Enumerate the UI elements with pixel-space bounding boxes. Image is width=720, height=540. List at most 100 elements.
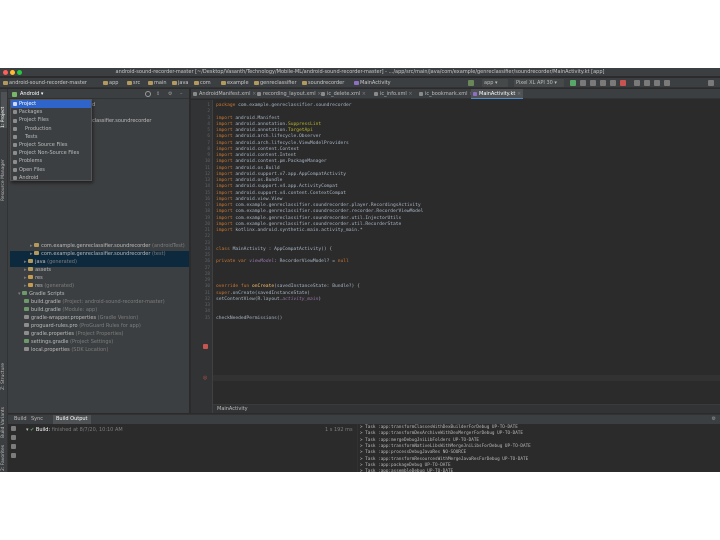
rerun-icon[interactable] bbox=[11, 426, 16, 431]
close-tab-icon[interactable]: × bbox=[515, 91, 521, 97]
structure-tab[interactable]: Z: Structure bbox=[1, 354, 7, 390]
breadcrumb-java[interactable]: java bbox=[172, 78, 188, 88]
tree-row[interactable]: ▸ res (generated) bbox=[24, 282, 74, 290]
breadcrumb-genreclassifier[interactable]: genreclassifier bbox=[254, 78, 297, 88]
dropdown-item[interactable]: Project Files bbox=[11, 116, 91, 124]
build-output-tab[interactable]: Build Output bbox=[53, 415, 91, 424]
gradle-icon bbox=[24, 339, 29, 344]
dropdown-item[interactable]: Problems bbox=[11, 157, 91, 165]
code-token: import bbox=[216, 153, 236, 158]
editor-tab[interactable]: ic_info.xml × bbox=[372, 89, 415, 99]
close-tab-icon[interactable]: × bbox=[407, 91, 412, 97]
breadcrumb-app[interactable]: app bbox=[103, 78, 118, 88]
tree-row[interactable]: ▸ res bbox=[24, 274, 43, 282]
android-icon bbox=[12, 91, 17, 97]
sync-tab[interactable]: Sync bbox=[28, 415, 46, 424]
search-icon[interactable] bbox=[708, 80, 714, 86]
tree-row[interactable]: gradle.properties (Project Properties) bbox=[24, 330, 124, 338]
hide-panel-icon[interactable]: – bbox=[180, 89, 183, 99]
device-select[interactable]: Pixel XL API 30 ▾ bbox=[514, 79, 564, 87]
code-token: private var bbox=[216, 259, 250, 265]
avd-manager-icon[interactable] bbox=[644, 80, 650, 86]
build-status-row[interactable]: ▾ ✔ Build: finished at 8/7/20, 10:10 AM bbox=[26, 426, 123, 434]
build-output-text: > Task :app:mergeDebugJniLibFolders UP-T… bbox=[360, 437, 479, 443]
tree-row[interactable]: ▸ java (generated) bbox=[24, 258, 77, 266]
project-tool-tab[interactable]: 1: Project bbox=[1, 92, 7, 128]
view-mode-icon bbox=[13, 126, 17, 131]
dropdown-item[interactable]: Android bbox=[11, 174, 91, 182]
folder-icon bbox=[148, 80, 153, 85]
dropdown-item[interactable]: Tests bbox=[11, 133, 91, 141]
dropdown-item[interactable]: Project Source Files bbox=[11, 141, 91, 149]
view-mode-icon bbox=[13, 143, 17, 148]
filter-icon[interactable] bbox=[11, 435, 16, 440]
project-view-dropdown: Project Packages Project Files Production Te… bbox=[10, 99, 92, 181]
dropdown-item[interactable]: Open Files bbox=[11, 166, 91, 174]
stop-icon[interactable] bbox=[620, 80, 626, 86]
attach-debugger-icon[interactable] bbox=[610, 80, 616, 86]
breadcrumb-com[interactable]: com bbox=[194, 78, 211, 88]
tree-row[interactable]: local.properties (SDK Location) bbox=[24, 346, 108, 354]
breadcrumb-main[interactable]: main bbox=[148, 78, 167, 88]
class-gutter-icon[interactable] bbox=[203, 344, 208, 349]
build-output-text: > Task :app:processDebugJavaRes NO-SOURC… bbox=[360, 450, 467, 456]
build-output-text: > Task :app:transformClassesWithDexBuild… bbox=[360, 425, 518, 430]
sync-icon[interactable] bbox=[634, 80, 640, 86]
editor-breadcrumb[interactable]: MainActivity bbox=[213, 404, 720, 413]
editor-tab[interactable]: ic_bookmark.xml × bbox=[417, 89, 473, 99]
resource-manager-tab[interactable]: Resource Manager bbox=[1, 131, 7, 201]
dropdown-item[interactable]: Packages bbox=[11, 108, 91, 116]
gear-icon[interactable]: ⚙ bbox=[168, 89, 172, 99]
tree-row[interactable]: build.gradle (Project: android-sound-rec… bbox=[24, 298, 165, 306]
editor-tab[interactable]: MainActivity.kt × bbox=[471, 89, 523, 99]
build-variants-tab[interactable]: Build Variants bbox=[1, 394, 7, 438]
editor-tab[interactable]: ic_delete.xml × bbox=[319, 89, 370, 99]
tree-row[interactable]: settings.gradle (Project Settings) bbox=[24, 338, 113, 346]
tree-row[interactable]: ▸ assets bbox=[24, 266, 51, 274]
gradle-icon bbox=[22, 291, 28, 296]
project-view-selector[interactable]: Android ▾ bbox=[20, 89, 43, 99]
code-token: import bbox=[216, 128, 236, 133]
run-config-select[interactable]: app ▾ bbox=[482, 79, 508, 87]
override-gutter-icon[interactable]: ◎ bbox=[203, 376, 207, 381]
dropdown-item[interactable]: Project bbox=[11, 100, 91, 109]
run-icon[interactable] bbox=[570, 80, 576, 86]
code-token: null bbox=[337, 259, 349, 265]
build-output-text: > Task :app:transformNativeLibsWithMerge… bbox=[360, 443, 531, 449]
close-tab-icon[interactable]: × bbox=[360, 91, 366, 97]
code-token: import bbox=[216, 209, 236, 215]
build-output-line: > Task :app:assembleDebug UP-TO-DATE bbox=[360, 469, 453, 472]
expand-collapse-icon[interactable]: ⇕ bbox=[156, 89, 160, 99]
sdk-manager-icon[interactable] bbox=[654, 80, 660, 86]
tree-row[interactable]: build.gradle (Module: app) bbox=[24, 306, 97, 314]
code-token: .onCreate(savedInstanceState) bbox=[229, 290, 311, 296]
favorites-tab[interactable]: 2: Favorites bbox=[1, 441, 7, 471]
breadcrumb-mainactivity[interactable]: MainActivity bbox=[354, 78, 391, 88]
breadcrumb-example[interactable]: example bbox=[221, 78, 249, 88]
tree-row[interactable]: proguard-rules.pro (ProGuard Rules for a… bbox=[24, 322, 141, 330]
gear-icon[interactable]: ⚙ bbox=[712, 415, 716, 424]
pin-icon[interactable] bbox=[11, 444, 16, 449]
breadcrumb-soundrecorder[interactable]: soundrecorder bbox=[302, 78, 344, 88]
locate-file-icon[interactable] bbox=[145, 91, 151, 97]
debug-icon[interactable] bbox=[590, 80, 596, 86]
breadcrumb-src[interactable]: src bbox=[127, 78, 140, 88]
tree-row[interactable]: ▸ com.example.genreclassifier.soundrecor… bbox=[30, 250, 166, 258]
profile-icon[interactable] bbox=[600, 80, 606, 86]
editor-tab[interactable]: recording_layout.xml × bbox=[255, 89, 321, 99]
build-tab[interactable]: Build bbox=[11, 415, 30, 424]
build-output-console[interactable]: > Task :app:transformClassesWithDexBuild… bbox=[359, 424, 720, 472]
editor-tab[interactable]: AndroidManifest.xml × bbox=[191, 89, 256, 99]
build-output-line: > Task :app:transformNativeLibsWithMerge… bbox=[360, 444, 531, 450]
layout-inspector-icon[interactable] bbox=[664, 80, 670, 86]
breadcrumb-project[interactable]: android-sound-recorder-master bbox=[3, 78, 87, 88]
hammer-icon[interactable] bbox=[468, 80, 474, 86]
tree-row[interactable]: gradle-wrapper.properties (Gradle Versio… bbox=[24, 314, 138, 322]
stop-build-icon[interactable] bbox=[11, 453, 16, 458]
dropdown-item[interactable]: Project Non-Source Files bbox=[11, 149, 91, 157]
dropdown-item[interactable]: Production bbox=[11, 125, 91, 133]
code-token: (savedInstanceState: Bundle?) { bbox=[274, 284, 360, 290]
tree-row[interactable]: ▾ Gradle Scripts bbox=[18, 290, 64, 298]
tree-row[interactable]: ▸ com.example.genreclassifier.soundrecor… bbox=[30, 242, 185, 250]
apply-changes-icon[interactable] bbox=[580, 80, 586, 86]
